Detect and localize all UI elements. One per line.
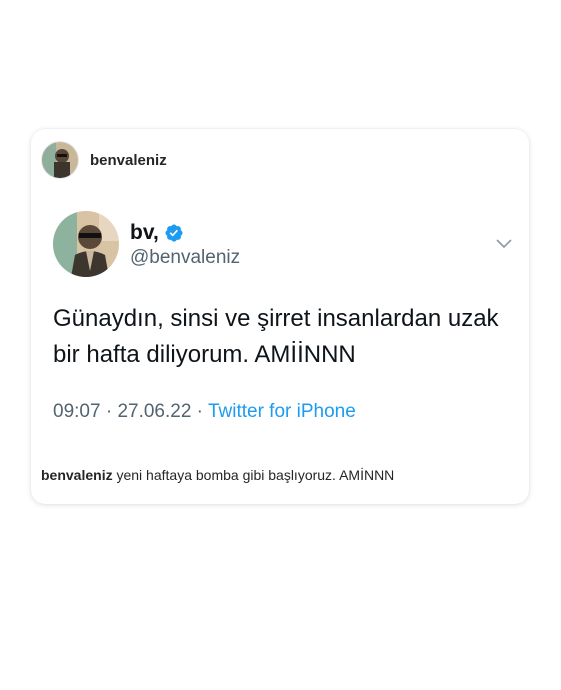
tweet-display-name[interactable]: bv,	[130, 221, 159, 245]
meta-separator-2: ·	[191, 401, 208, 422]
tweet-source-link[interactable]: Twitter for iPhone	[208, 401, 356, 422]
chevron-down-icon[interactable]	[496, 239, 512, 249]
tweet-meta: 09:07 · 27.06.22 · Twitter for iPhone	[53, 401, 356, 423]
tweet-text: Günaydın, sinsi ve şirret insanlardan uz…	[53, 305, 499, 368]
tweet-handle[interactable]: @benvaleniz	[130, 247, 240, 269]
post-avatar[interactable]	[41, 141, 79, 179]
tweet-names: bv, @benvaleniz	[130, 221, 240, 269]
post-header: benvaleniz	[41, 141, 167, 179]
instagram-post-card: benvaleniz bv, @benvaleniz Günaydın, sin…	[31, 129, 529, 504]
tweet-date: 27.06.22	[117, 401, 192, 422]
meta-separator: ·	[100, 401, 118, 422]
tweet-avatar[interactable]	[53, 211, 119, 277]
tweet-author: bv, @benvaleniz	[53, 211, 240, 277]
verified-badge-icon	[165, 224, 183, 242]
caption-text: yeni haftaya bomba gibi başlıyoruz. AMİN…	[116, 467, 395, 483]
tweet-time: 09:07	[53, 401, 101, 422]
post-username[interactable]: benvaleniz	[90, 152, 167, 169]
post-caption: benvaleniz yeni haftaya bomba gibi başlı…	[41, 467, 394, 483]
caption-username[interactable]: benvaleniz	[41, 467, 113, 483]
